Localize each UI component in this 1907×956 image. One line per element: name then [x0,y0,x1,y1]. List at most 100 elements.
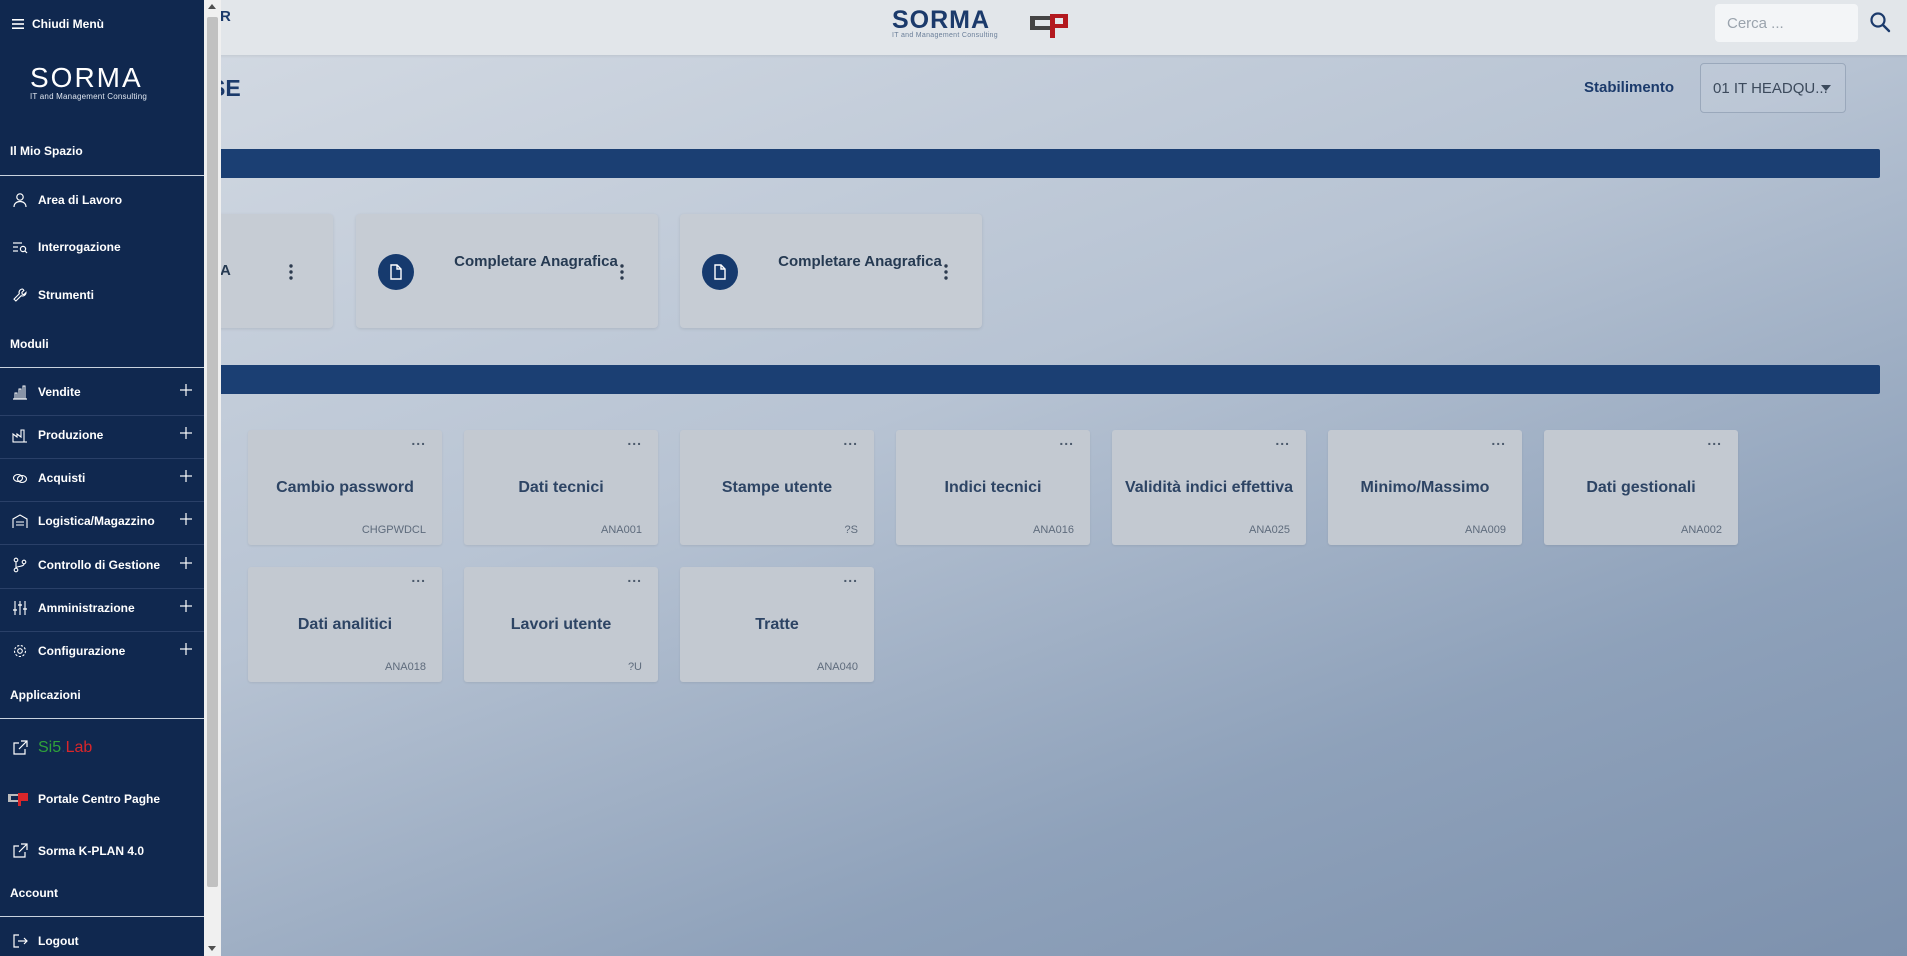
tile-code: ANA009 [1465,524,1506,536]
plus-icon[interactable] [180,600,192,612]
sidebar-item-label: Logistica/Magazzino [38,514,155,528]
tile-code: ANA018 [385,661,426,673]
tile[interactable]: ... Dati tecnici ANA001 [464,430,658,545]
tile-code: ANA040 [817,661,858,673]
sidebar-item-label: Area di Lavoro [38,193,123,207]
tile-code: ?S [844,524,858,536]
si5lab-label-green: Si5 [38,739,62,756]
sliders-icon [13,601,27,615]
sorma-logo-word: SORMA [892,6,991,34]
sidebar-item-label: Amministrazione [38,601,135,615]
sidebar-item-label: Interrogazione [38,240,121,254]
sidebar-item-interrogazione[interactable]: Interrogazione [12,236,200,258]
sidebar-item-area-di-lavoro[interactable]: Area di Lavoro [12,189,200,211]
tile[interactable]: ... Tratte ANA040 [680,567,874,682]
sidebar-item-label: Configurazione [38,644,126,658]
stabilimento-select[interactable]: 01 IT HEADQU... [1700,63,1846,113]
quick-card-completare-anagrafica[interactable]: Completare Anagrafica [356,214,658,328]
plus-icon[interactable] [180,557,192,569]
sidebar-item-label: Produzione [38,428,104,442]
top-bar: R SORMA IT and Management Consulting [0,0,1907,55]
sidebar-item-logistica-magazzino[interactable]: Logistica/Magazzino [12,510,200,532]
tile[interactable]: ... Cambio password CHGPWDCL [248,430,442,545]
plus-icon[interactable] [180,643,192,655]
quick-card-completare-anagrafica[interactable]: Completare Anagrafica [680,214,982,328]
tile[interactable]: ... Dati gestionali ANA002 [1544,430,1738,545]
centro-paghe-icon [8,793,28,806]
document-icon [378,254,414,290]
git-branch-icon [13,557,27,573]
divider [0,175,204,176]
quick-card-partial-label: A [220,262,231,279]
sidebar-logo-tag: IT and Management Consulting [30,92,148,101]
factory-icon [12,429,27,443]
section-account: Account [10,886,58,900]
sidebar-item-acquisti[interactable]: Acquisti [12,467,200,489]
kebab-menu-icon[interactable] [944,264,948,280]
sidebar-item-label: Acquisti [38,471,86,485]
tile-code: ANA002 [1681,524,1722,536]
divider [0,458,204,459]
tile-label: Lavori utente [510,615,612,633]
kebab-menu-icon[interactable] [289,264,293,280]
external-link-icon [13,843,28,858]
sidebar-logo-word: SORMA [30,62,143,93]
gear-icon [13,644,27,658]
divider [0,631,204,632]
sidebar-item-configurazione[interactable]: Configurazione [12,640,200,662]
section-band-middle [205,365,1880,394]
sidebar-item-label: Logout [38,934,79,948]
divider [0,916,204,917]
sidebar-logo: SORMA IT and Management Consulting [30,62,172,102]
section-applicazioni: Applicazioni [10,688,81,702]
tile[interactable]: ... Stampe utente ?S [680,430,874,545]
sidebar-item-logout[interactable]: Logout [12,930,200,952]
sidebar-item-produzione[interactable]: Produzione [12,424,200,446]
plus-icon[interactable] [180,513,192,525]
sorma-logo[interactable]: SORMA IT and Management Consulting [892,8,1016,42]
plus-icon[interactable] [180,427,192,439]
sidebar-item-label: Controllo di Gestione [38,558,160,572]
sidebar-item-vendite[interactable]: Vendite [12,381,200,403]
stabilimento-label: Stabilimento [1584,79,1675,96]
user-icon [13,193,27,208]
close-menu-button[interactable]: Chiudi Menù [12,14,104,34]
coins-icon [12,473,28,484]
sidebar-item-controllo-di-gestione[interactable]: Controllo di Gestione [12,554,200,576]
logout-icon [13,934,28,948]
search-input[interactable] [1715,4,1858,42]
scrollbar-thumb[interactable] [207,17,218,887]
sidebar-item-label: Vendite [38,385,81,399]
divider [0,367,204,368]
document-icon [702,254,738,290]
tile-label: Stampe utente [721,478,833,496]
sidebar-item-amministrazione[interactable]: Amministrazione [12,597,200,619]
plus-icon[interactable] [180,384,192,396]
tile[interactable]: ... Lavori utente ?U [464,567,658,682]
quick-card-label: Completare Anagrafica [454,253,618,270]
scroll-up-arrow-icon[interactable] [208,4,216,9]
sidebar-item-sorma-kplan[interactable]: Sorma K-PLAN 4.0 [12,840,200,862]
sidebar-item-portale-centro-paghe[interactable]: Portale Centro Paghe [8,788,200,810]
tile[interactable]: ... Dati analitici ANA018 [248,567,442,682]
sidebar-item-si5lab[interactable]: Si5.Lab [12,737,200,759]
kebab-menu-icon[interactable] [620,264,624,280]
plus-icon[interactable] [180,470,192,482]
app-background: R SORMA IT and Management Consulting SE … [0,0,1907,956]
chevron-down-icon [1821,85,1831,91]
quick-card-label: Completare Anagrafica [778,253,942,270]
tile-code: ANA025 [1249,524,1290,536]
sidebar-scrollbar[interactable] [204,0,221,956]
search-list-icon [13,242,28,254]
tile-code: ?U [627,661,642,673]
tile[interactable]: ... Indici tecnici ANA016 [896,430,1090,545]
wrench-icon [13,288,27,302]
scroll-down-arrow-icon[interactable] [208,946,216,951]
tile-code: ANA016 [1033,524,1074,536]
topbar-title-fragment: R [220,8,231,25]
tile-code: ANA001 [601,524,642,536]
tile[interactable]: ... Validità indici effettiva ANA025 [1112,430,1306,545]
sidebar-item-strumenti[interactable]: Strumenti [12,284,200,306]
tile[interactable]: ... Minimo/Massimo ANA009 [1328,430,1522,545]
search-icon[interactable] [1868,10,1892,34]
